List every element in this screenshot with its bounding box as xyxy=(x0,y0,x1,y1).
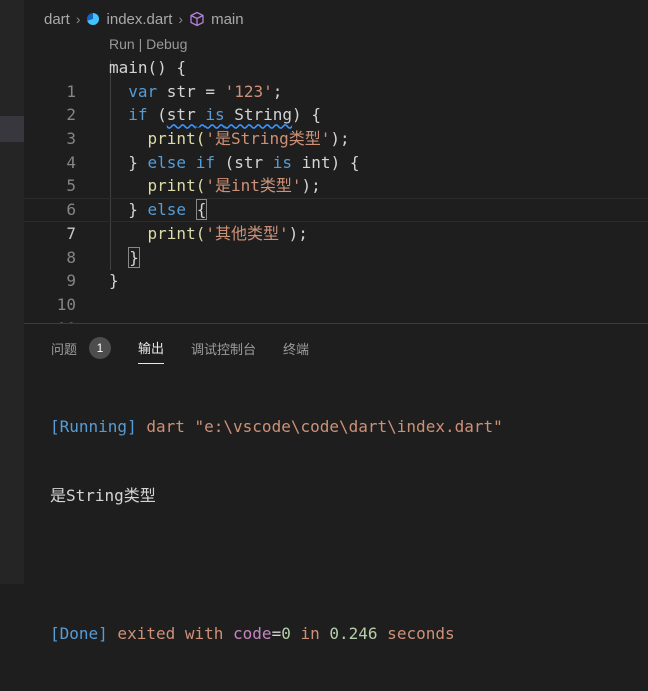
code-token: ); xyxy=(288,223,308,243)
exited-text: exited with xyxy=(107,624,234,643)
bottom-panel: 问题 1 输出 调试控制台 终端 [Running] dart "e:\vsco… xyxy=(24,323,648,643)
breadcrumb: dart › index.dart › main xyxy=(44,9,244,29)
output-content[interactable]: [Running] dart "e:\vscode\code\dart\inde… xyxy=(50,369,503,691)
code-line-current[interactable]: 7 } else { xyxy=(24,198,648,243)
output-line-blank xyxy=(50,553,503,576)
code-token: str xyxy=(166,105,196,125)
tab-terminal[interactable]: 终端 xyxy=(283,339,309,364)
activity-bar xyxy=(0,0,24,584)
tab-problems[interactable]: 问题 xyxy=(51,339,77,364)
in-text: in xyxy=(290,624,330,643)
running-tag: [Running] xyxy=(50,417,137,436)
code-line[interactable]: 10 } xyxy=(24,269,648,314)
code-line[interactable]: 4 print('是String类型'); xyxy=(24,127,648,172)
activity-bar-active-indicator xyxy=(0,116,24,142)
cube-icon xyxy=(189,11,205,27)
code-equals: = xyxy=(271,624,282,643)
code-line[interactable]: 6 print('是int类型'); xyxy=(24,174,648,219)
code-label: code xyxy=(233,624,272,643)
codelens-run-debug[interactable]: Run | Debug xyxy=(109,36,187,52)
code-token: str = xyxy=(157,81,225,101)
code-lines: 1 main() { 2 var str = '123'; 3 if (str … xyxy=(24,56,648,338)
duration-value: 0.246 xyxy=(329,624,378,643)
code-line[interactable]: 5 } else if (str is int) { xyxy=(24,151,648,196)
chevron-right-icon: › xyxy=(75,11,81,27)
chevron-right-icon: › xyxy=(178,11,184,27)
dart-file-icon xyxy=(86,13,99,25)
code-token: is xyxy=(205,105,225,125)
code-token: ); xyxy=(330,129,350,149)
code-token: else xyxy=(147,200,187,220)
bracket-match-highlight: { xyxy=(195,199,208,221)
breadcrumb-file[interactable]: index.dart xyxy=(107,11,173,28)
code-token: String xyxy=(224,105,293,125)
code-line[interactable]: 2 var str = '123'; xyxy=(24,80,648,125)
code-token: ); xyxy=(301,176,321,196)
code-line[interactable]: 11 xyxy=(24,293,648,338)
code-token: is xyxy=(272,152,293,172)
code-token: } xyxy=(128,200,148,220)
code-token: } xyxy=(128,152,148,172)
code-token: ) { xyxy=(330,152,360,172)
tab-debug-console[interactable]: 调试控制台 xyxy=(191,339,256,364)
code-token: '123' xyxy=(224,81,273,101)
code-token: main() { xyxy=(109,58,187,77)
code-token: print( xyxy=(147,223,206,243)
code-token: if xyxy=(128,105,148,125)
code-line[interactable]: 3 if (str is String) { xyxy=(24,103,648,148)
code-token: } xyxy=(109,271,119,291)
done-tag: [Done] xyxy=(50,624,108,643)
code-token: else xyxy=(147,152,187,172)
bracket-match-highlight: } xyxy=(128,246,140,268)
code-token: (str xyxy=(214,152,273,172)
code-token: print( xyxy=(147,129,206,149)
code-line[interactable]: 8 print('其他类型'); xyxy=(24,222,648,267)
code-line[interactable]: 9 } xyxy=(24,246,648,290)
running-command: dart "e:\vscode\code\dart\index.dart" xyxy=(136,417,503,436)
code-editor[interactable]: dart › index.dart › main Run | Debug 1 m… xyxy=(24,0,648,338)
output-line-result: 是String类型 xyxy=(50,486,156,505)
code-token: ; xyxy=(272,81,283,101)
problems-count-badge: 1 xyxy=(89,337,112,359)
tab-output[interactable]: 输出 xyxy=(138,338,165,364)
code-value: 0 xyxy=(281,624,291,643)
code-token: ) { xyxy=(292,105,321,125)
panel-tabs: 问题 1 输出 调试控制台 终端 xyxy=(51,337,336,364)
seconds-text: seconds xyxy=(377,624,455,643)
code-token: '其他类型' xyxy=(205,223,289,243)
output-line-done: [Done] exited with code=0 in 0.246 secon… xyxy=(50,622,503,645)
breadcrumb-symbol[interactable]: main xyxy=(211,11,244,28)
code-token: int xyxy=(292,152,331,172)
code-token: ( xyxy=(147,105,167,125)
code-token: print( xyxy=(147,176,206,196)
code-line[interactable]: 1 main() { xyxy=(24,56,648,101)
code-token: '是int类型' xyxy=(205,176,302,196)
code-token: var xyxy=(128,81,158,101)
breadcrumb-folder[interactable]: dart xyxy=(44,11,70,28)
code-token: '是String类型' xyxy=(205,129,331,149)
code-token: if xyxy=(195,152,215,172)
output-line-running: [Running] dart "e:\vscode\code\dart\inde… xyxy=(50,415,503,438)
